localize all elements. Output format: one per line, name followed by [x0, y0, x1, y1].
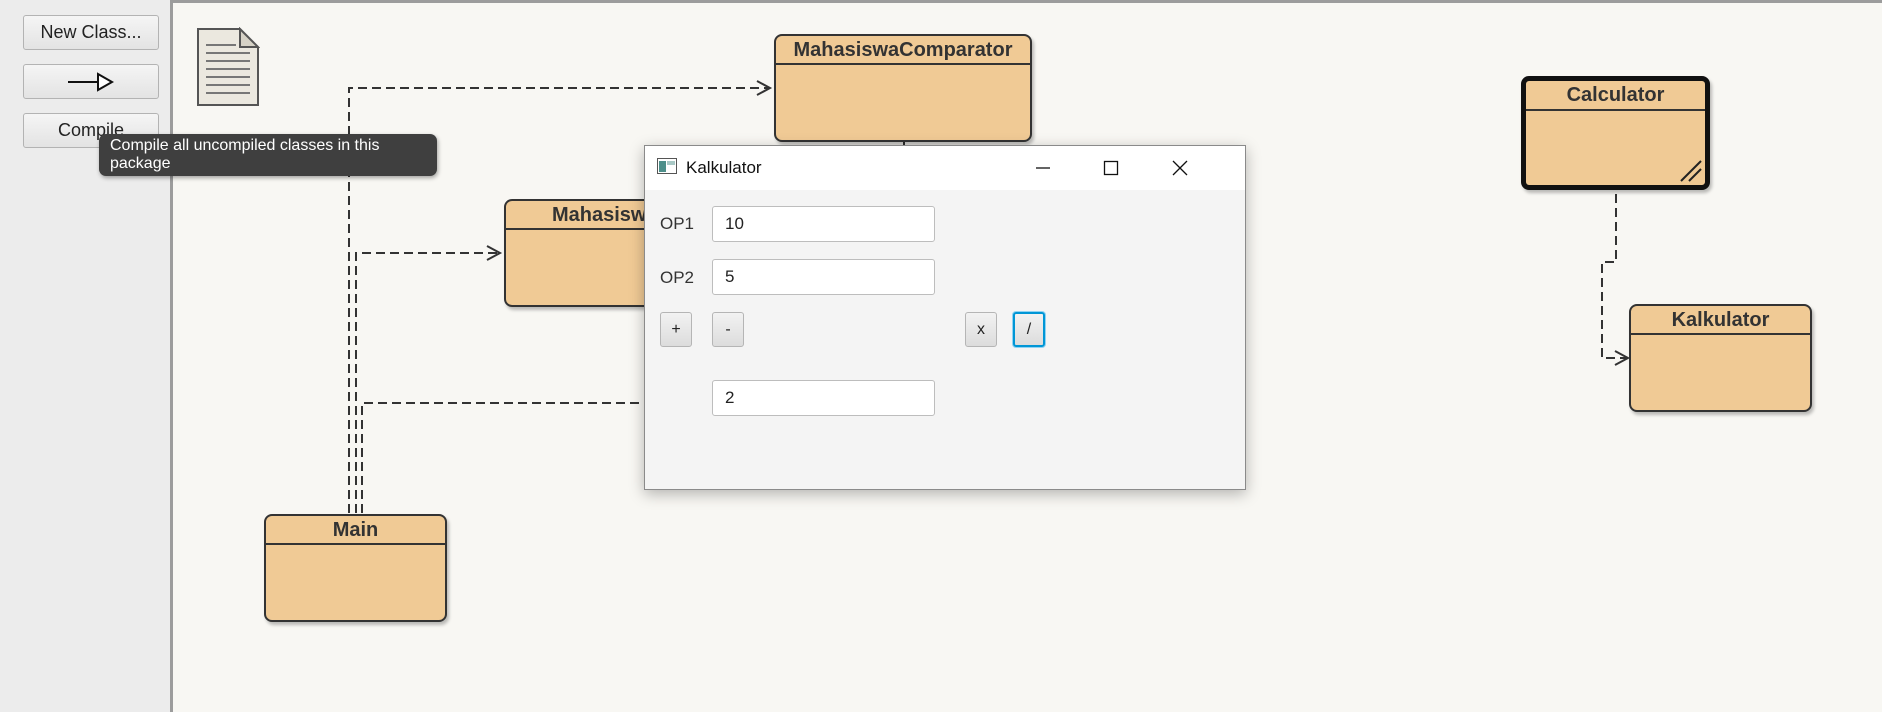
class-calculator[interactable]: Calculator — [1521, 76, 1710, 190]
class-mahasiswa-comparator[interactable]: MahasiswaComparator — [774, 34, 1032, 142]
op2-label: OP2 — [660, 268, 695, 287]
close-button[interactable] — [1146, 146, 1214, 190]
close-icon — [1172, 160, 1188, 176]
class-name: Main — [266, 516, 445, 545]
dependency-calculator-to-kalkulator — [1601, 194, 1628, 359]
minimize-icon — [1036, 167, 1050, 169]
kalkulator-window: Kalkulator OP1 OP2 + - x / — [644, 145, 1246, 490]
class-kalkulator[interactable]: Kalkulator — [1629, 304, 1812, 412]
resize-handle-icon[interactable] — [1677, 157, 1703, 183]
class-name: Calculator — [1526, 81, 1705, 111]
op1-input[interactable] — [712, 206, 935, 242]
multiply-button[interactable]: x — [965, 312, 997, 347]
divide-button[interactable]: / — [1013, 312, 1045, 347]
dependency-main-to-mahasiswa — [355, 252, 500, 513]
class-name: Kalkulator — [1631, 306, 1810, 335]
op1-label: OP1 — [660, 214, 695, 233]
java-app-icon — [657, 158, 677, 174]
subtract-button[interactable]: - — [712, 312, 744, 347]
dependency-main-to-window-area — [361, 402, 646, 513]
add-button[interactable]: + — [660, 312, 692, 347]
window-title: Kalkulator — [686, 158, 762, 177]
result-output[interactable] — [712, 380, 935, 416]
class-main[interactable]: Main — [264, 514, 447, 622]
class-name: MahasiswaComparator — [776, 36, 1030, 65]
minimize-button[interactable] — [1009, 146, 1077, 190]
window-titlebar[interactable]: Kalkulator — [645, 146, 1245, 190]
maximize-icon — [1103, 160, 1119, 176]
op2-input[interactable] — [712, 259, 935, 295]
compile-tooltip: Compile all uncompiled classes in this p… — [99, 134, 437, 176]
maximize-button[interactable] — [1077, 146, 1145, 190]
